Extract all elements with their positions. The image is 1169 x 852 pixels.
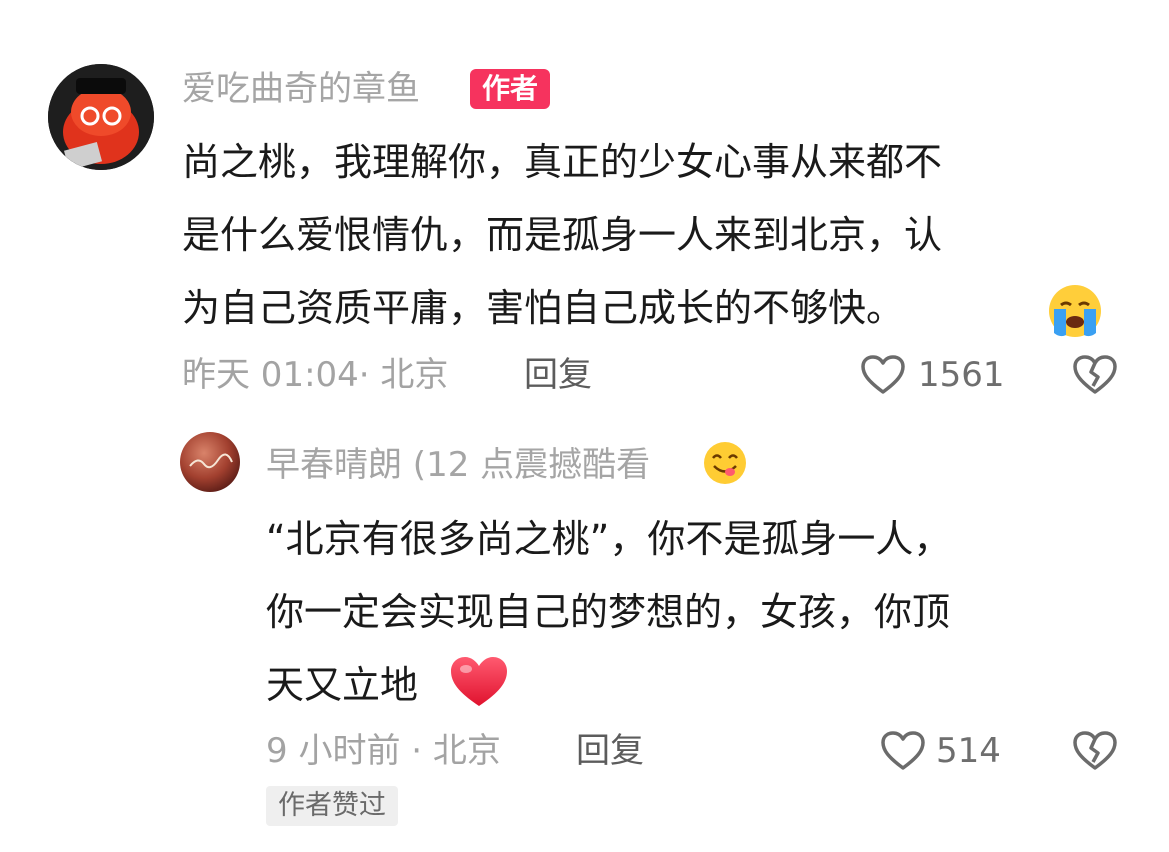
heart-outline-icon[interactable] (880, 730, 926, 776)
author-username[interactable]: 爱吃曲奇的章鱼 (182, 72, 420, 106)
reply-time: 9 小时前 (266, 731, 401, 771)
reply-meta: 9 小时前 · 北京 (266, 734, 501, 768)
author-liked-badge: 作者赞过 (266, 786, 398, 826)
comment-line: 为自己资质平庸，害怕自己成长的不够快。 (182, 286, 905, 330)
reply-line: 你一定会实现自己的梦想的，女孩，你顶 (266, 590, 951, 634)
comment-time: 昨天 01:04 (182, 355, 359, 395)
reply-username[interactable]: 早春晴朗 (12 点震撼酷看 (266, 448, 650, 482)
reply-text: “北京有很多尚之桃”，你不是孤身一人， 你一定会实现自己的梦想的，女孩，你顶 天… (266, 503, 951, 722)
yum-face-icon (702, 440, 748, 490)
author-avatar[interactable] (48, 64, 154, 170)
reply-username-text: 早春晴朗 (12 点震撼酷看 (266, 445, 651, 485)
reply-line: 天又立地 (266, 663, 419, 707)
reply-location: · 北京 (411, 731, 501, 771)
dislike-broken-heart-icon[interactable] (1072, 730, 1118, 776)
comment-line: 是什么爱恨情仇，而是孤身一人来到北京，认 (182, 213, 943, 257)
reply-like-count: 514 (936, 731, 1001, 771)
reply-to-reply-button[interactable]: 回复 (576, 734, 644, 768)
reply-line: “北京有很多尚之桃”，你不是孤身一人， (266, 517, 952, 561)
heart-outline-icon[interactable] (860, 354, 906, 400)
reply-button[interactable]: 回复 (524, 358, 592, 392)
comment-meta: 昨天 01:04· 北京 (182, 358, 448, 392)
like-count: 1561 (918, 355, 1005, 395)
comment-location: · 北京 (358, 355, 449, 395)
red-heart-icon (448, 654, 510, 714)
author-badge: 作者 (470, 69, 551, 109)
comment-line: 尚之桃，我理解你，真正的少女心事从来都不 (182, 140, 943, 184)
reply-avatar[interactable] (180, 432, 240, 492)
dislike-broken-heart-icon[interactable] (1072, 354, 1118, 400)
comment-text: 尚之桃，我理解你，真正的少女心事从来都不 是什么爱恨情仇，而是孤身一人来到北京，… (182, 126, 942, 345)
crying-face-icon (1046, 282, 1104, 344)
